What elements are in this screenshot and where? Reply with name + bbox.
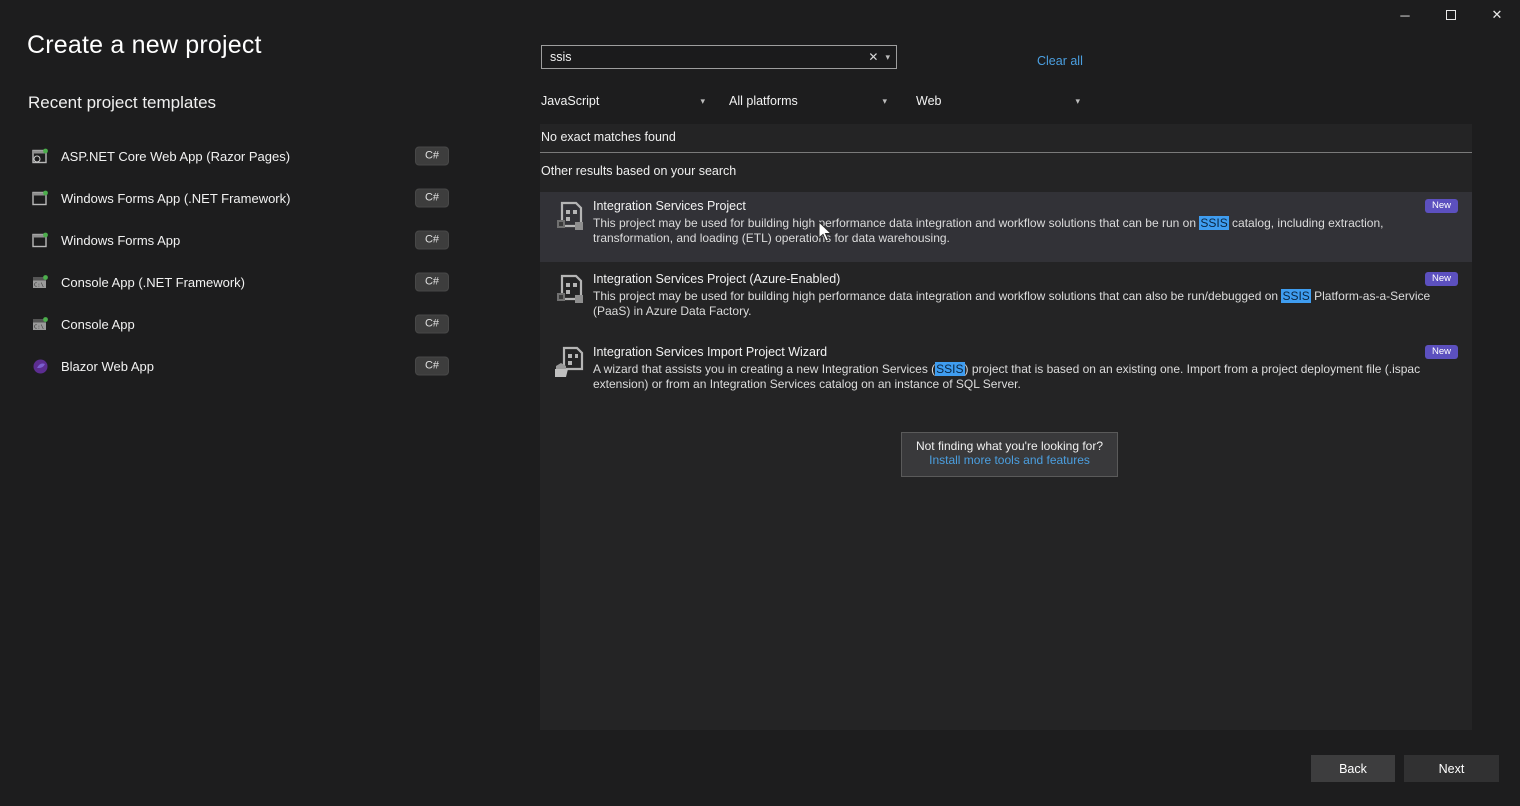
new-badge: New [1425,199,1458,213]
template-label: Console App [61,317,135,332]
template-item-winforms[interactable]: Windows Forms App C# [20,226,460,254]
result-item-integration-services-project-azure[interactable]: Integration Services Project (Azure-Enab… [540,265,1472,335]
recent-templates-heading: Recent project templates [28,93,216,113]
integration-services-project-icon [553,200,587,234]
minimize-button[interactable]: ─ [1382,0,1428,30]
back-button[interactable]: Back [1311,755,1395,782]
minimize-icon: ─ [1400,8,1409,23]
blazor-icon [32,358,49,375]
search-input[interactable] [542,50,863,64]
template-label: Windows Forms App (.NET Framework) [61,191,290,206]
language-badge: C# [415,315,449,334]
aspnet-core-webapp-icon [32,148,49,165]
svg-text:C:\: C:\ [34,282,44,288]
console-app-icon: C:\ [32,274,49,291]
chevron-down-icon: ▾ [1075,96,1080,107]
clear-all-link[interactable]: Clear all [1037,54,1083,68]
other-results-heading: Other results based on your search [541,164,736,178]
search-term-highlight: SSIS [1199,216,1228,230]
result-description: A wizard that assists you in creating a … [593,362,1435,392]
language-badge: C# [415,147,449,166]
platform-filter-value: All platforms [729,94,798,108]
result-title: Integration Services Import Project Wiza… [593,345,827,359]
template-label: ASP.NET Core Web App (Razor Pages) [61,149,290,164]
template-item-console-netfx[interactable]: C:\ Console App (.NET Framework) C# [20,268,460,296]
console-app-icon: C:\ [32,316,49,333]
search-results-panel: No exact matches found Other results bas… [540,124,1472,730]
not-finding-box: Not finding what you're looking for? Ins… [901,432,1118,477]
close-button[interactable]: ✕ [1474,0,1520,30]
result-title: Integration Services Project (Azure-Enab… [593,272,840,286]
window-controls: ─ ✕ [1382,0,1520,30]
chevron-down-icon: ▾ [882,96,887,107]
chevron-down-icon: ▾ [700,96,705,107]
page-title: Create a new project [27,31,262,60]
result-item-integration-services-project[interactable]: Integration Services Project This projec… [540,192,1472,262]
windows-forms-icon [32,232,49,249]
template-item-winforms-netfx[interactable]: Windows Forms App (.NET Framework) C# [20,184,460,212]
project-type-filter-dropdown[interactable]: Web ▾ [916,89,1080,113]
template-item-console[interactable]: C:\ Console App C# [20,310,460,338]
install-more-tools-link[interactable]: Install more tools and features [902,453,1117,467]
import-project-wizard-icon [553,346,587,380]
no-match-message: No exact matches found [541,130,676,144]
next-button[interactable]: Next [1404,755,1499,782]
language-badge: C# [415,231,449,250]
template-label: Blazor Web App [61,359,154,374]
search-term-highlight: SSIS [1281,289,1310,303]
result-description: This project may be used for building hi… [593,216,1435,246]
windows-forms-icon [32,190,49,207]
search-term-highlight: SSIS [935,362,964,376]
search-clear-icon[interactable]: ✕ [863,50,883,64]
new-badge: New [1425,272,1458,286]
title-bar: ─ ✕ [0,0,1520,30]
integration-services-azure-icon [553,273,587,307]
template-label: Windows Forms App [61,233,180,248]
divider [540,152,1472,153]
close-icon: ✕ [1492,7,1503,23]
filter-row: JavaScript ▾ All platforms ▾ Web ▾ [541,89,1151,113]
search-dropdown-icon[interactable]: ▾ [883,52,896,63]
svg-text:C:\: C:\ [34,324,44,330]
template-label: Console App (.NET Framework) [61,275,245,290]
language-badge: C# [415,189,449,208]
result-description: This project may be used for building hi… [593,289,1435,319]
maximize-button[interactable] [1428,0,1474,30]
new-badge: New [1425,345,1458,359]
language-filter-dropdown[interactable]: JavaScript ▾ [541,89,705,113]
search-box: ✕ ▾ [541,45,897,69]
language-badge: C# [415,273,449,292]
template-item-aspnet-core-webapp[interactable]: ASP.NET Core Web App (Razor Pages) C# [20,142,460,170]
template-item-blazor[interactable]: Blazor Web App C# [20,352,460,380]
maximize-icon [1446,10,1456,20]
project-type-filter-value: Web [916,94,941,108]
platform-filter-dropdown[interactable]: All platforms ▾ [729,89,887,113]
desc-text: This project may be used for building hi… [593,216,1199,230]
desc-text: A wizard that assists you in creating a … [593,362,935,376]
recent-template-list: ASP.NET Core Web App (Razor Pages) C# Wi… [20,142,460,394]
language-badge: C# [415,357,449,376]
desc-text: This project may be used for building hi… [593,289,1281,303]
language-filter-value: JavaScript [541,94,599,108]
result-item-import-project-wizard[interactable]: Integration Services Import Project Wiza… [540,338,1472,408]
not-finding-text: Not finding what you're looking for? [902,439,1117,453]
result-title: Integration Services Project [593,199,746,213]
